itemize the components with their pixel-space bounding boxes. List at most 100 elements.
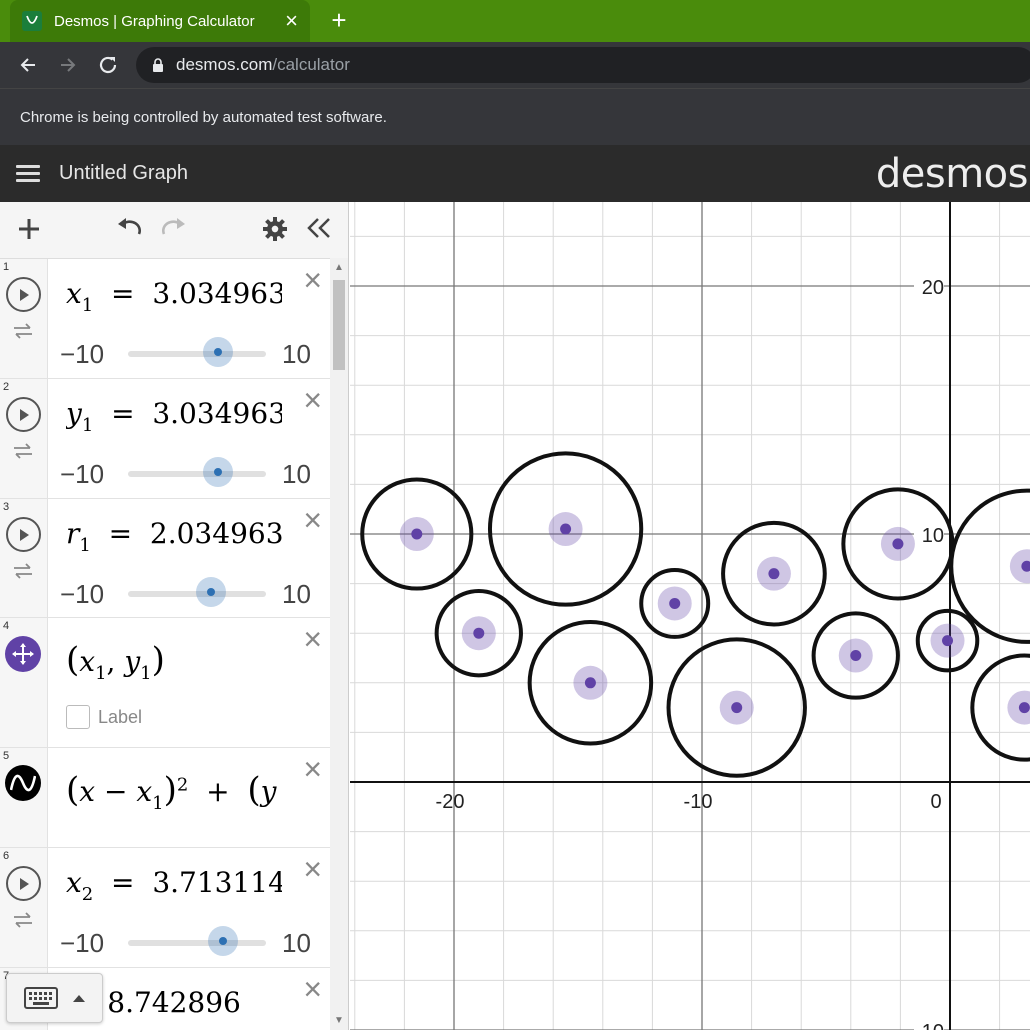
play-icon[interactable]: [6, 517, 41, 552]
center-point: [584, 677, 596, 689]
expression-gutter: 2: [0, 379, 48, 498]
slider-max[interactable]: 10: [282, 579, 311, 610]
expression-number: 2: [3, 381, 10, 393]
loop-icon[interactable]: [12, 323, 34, 339]
delete-expression-icon[interactable]: ×: [303, 264, 322, 296]
loop-icon[interactable]: [12, 912, 34, 928]
expression-row[interactable]: 4 (x1, y1) × Label: [0, 618, 330, 748]
desmos-header: Untitled Graph desmos: [0, 145, 1030, 202]
lock-icon: [152, 57, 164, 73]
delete-expression-icon[interactable]: ×: [303, 504, 322, 536]
play-icon[interactable]: [6, 866, 41, 901]
desmos-favicon-icon: [22, 11, 42, 31]
expression-number: 4: [3, 620, 10, 632]
tab-close-icon[interactable]: ×: [285, 10, 298, 32]
expression-row[interactable]: 6 x2 = 3.713114 × −10 10: [0, 848, 330, 968]
delete-expression-icon[interactable]: ×: [303, 853, 322, 885]
scroll-thumb[interactable]: [333, 280, 345, 370]
slider-track[interactable]: [128, 351, 266, 357]
expression-toolbar: [0, 202, 348, 259]
center-point: [942, 635, 954, 647]
y-tick-label: 10: [922, 525, 944, 547]
forward-arrow-icon[interactable]: [48, 45, 88, 85]
slider-thumb[interactable]: [207, 926, 238, 956]
expression-gutter: 1: [0, 259, 48, 378]
label-checkbox[interactable]: [66, 705, 90, 729]
browser-tab[interactable]: Desmos | Graphing Calculator ×: [10, 0, 310, 42]
x-tick-label: 0: [930, 791, 941, 813]
drag-point-icon[interactable]: [5, 636, 41, 672]
new-tab-icon[interactable]: +: [326, 7, 352, 33]
slider-max[interactable]: 10: [282, 339, 311, 370]
slider-min[interactable]: −10: [60, 339, 104, 370]
expression-math[interactable]: x2 = 3.713114: [66, 866, 282, 905]
expression-math[interactable]: x1 = 3.034963: [66, 277, 282, 316]
loop-icon[interactable]: [12, 563, 34, 579]
graph-canvas[interactable]: -20 -10 0 20 10 -10: [350, 202, 1030, 1030]
center-point: [560, 523, 572, 535]
slider-thumb[interactable]: [196, 577, 227, 607]
address-bar[interactable]: desmos.com/calculator: [136, 47, 1030, 83]
play-icon[interactable]: [6, 277, 41, 312]
url-path: /calculator: [272, 55, 350, 74]
keyboard-icon: [23, 987, 58, 1009]
graph-style-icon[interactable]: [5, 765, 41, 801]
center-point: [1018, 702, 1030, 714]
expression-row[interactable]: 1 x1 = 3.034963 × −10 10: [0, 259, 330, 379]
expression-math[interactable]: (x1, y1): [66, 640, 282, 684]
slider-thumb[interactable]: [202, 457, 233, 487]
slider-min[interactable]: −10: [60, 579, 104, 610]
center-point: [731, 702, 743, 714]
infobar-text: Chrome is being controlled by automated …: [20, 108, 387, 126]
graph-title[interactable]: Untitled Graph: [59, 162, 188, 185]
expression-row[interactable]: 3 r1 = 2.034963 × −10 10: [0, 499, 330, 618]
redo-icon[interactable]: [160, 216, 188, 245]
y-tick-label: -10: [915, 1021, 944, 1030]
delete-expression-icon[interactable]: ×: [303, 973, 322, 1005]
browser-toolbar: desmos.com/calculator: [0, 42, 1030, 88]
panel-scrollbar[interactable]: ▲ ▼: [330, 258, 348, 1030]
settings-gear-icon[interactable]: [262, 216, 288, 247]
scroll-down-arrow-icon[interactable]: ▼: [334, 1015, 344, 1026]
slider-max[interactable]: 10: [282, 928, 311, 959]
undo-icon[interactable]: [115, 216, 143, 245]
loop-icon[interactable]: [12, 443, 34, 459]
desmos-logo: desmos: [875, 151, 1029, 197]
tab-title: Desmos | Graphing Calculator: [54, 12, 255, 30]
keyboard-toggle-button[interactable]: [6, 973, 103, 1023]
slider-thumb[interactable]: [202, 337, 233, 367]
expression-row[interactable]: 2 y1 = 3.034963 × −10 10: [0, 379, 330, 499]
slider-track[interactable]: [128, 940, 266, 946]
browser-tab-bar: Desmos | Graphing Calculator × +: [0, 0, 1030, 42]
delete-expression-icon[interactable]: ×: [303, 753, 322, 785]
center-point: [892, 538, 904, 550]
slider-track[interactable]: [128, 471, 266, 477]
graph-paper[interactable]: -20 -10 0 20 10 -10: [350, 202, 1030, 1030]
delete-expression-icon[interactable]: ×: [303, 623, 322, 655]
label-checkbox-text: Label: [98, 707, 143, 727]
expression-math[interactable]: y1 = 3.034963: [66, 397, 282, 436]
delete-expression-icon[interactable]: ×: [303, 384, 322, 416]
expression-number: 5: [3, 750, 10, 762]
slider-min[interactable]: −10: [60, 459, 104, 490]
play-icon[interactable]: [6, 397, 41, 432]
expression-number: 3: [3, 501, 10, 513]
slider-max[interactable]: 10: [282, 459, 311, 490]
add-expression-icon[interactable]: [16, 216, 42, 247]
center-point: [768, 568, 780, 580]
back-arrow-icon[interactable]: [8, 45, 48, 85]
slider-min[interactable]: −10: [60, 928, 104, 959]
expression-number: 6: [3, 850, 10, 862]
expression-math[interactable]: (x − x1)2 + (y: [66, 770, 282, 814]
menu-icon[interactable]: [16, 161, 40, 186]
expression-gutter: 5: [0, 748, 48, 847]
collapse-panel-icon[interactable]: [306, 216, 332, 245]
scroll-up-arrow-icon[interactable]: ▲: [334, 262, 344, 273]
expression-number: 1: [3, 261, 10, 273]
expression-gutter: 6: [0, 848, 48, 967]
reload-icon[interactable]: [88, 45, 128, 85]
expression-math[interactable]: r1 = 2.034963: [66, 517, 282, 556]
expression-row[interactable]: 5 (x − x1)2 + (y ×: [0, 748, 330, 848]
center-point: [411, 528, 423, 540]
automation-infobar: Chrome is being controlled by automated …: [0, 88, 1030, 145]
